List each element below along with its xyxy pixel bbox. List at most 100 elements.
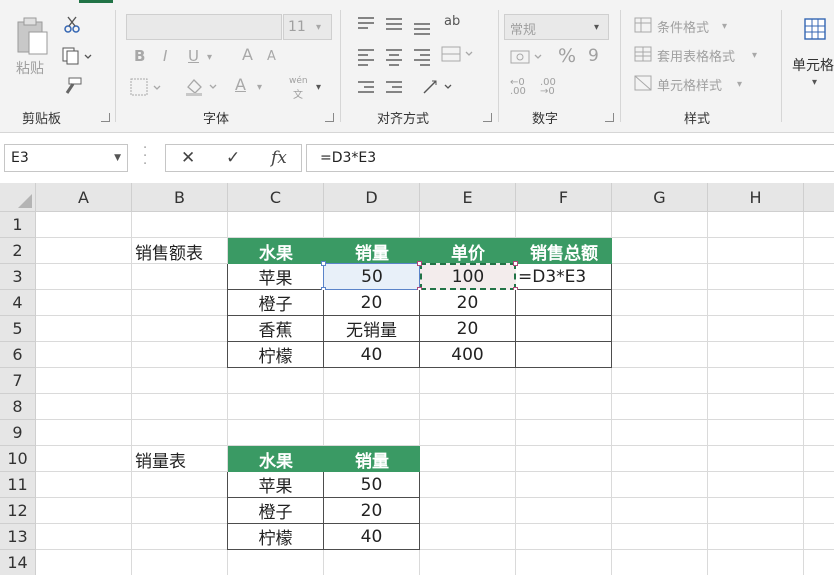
row-header-2[interactable]: 2 — [0, 238, 36, 264]
column-header-f[interactable]: F — [516, 183, 612, 212]
table2-cell[interactable]: 20 — [324, 498, 420, 524]
table1-cell[interactable]: 橙子 — [227, 290, 324, 316]
fill-color-icon[interactable] — [184, 77, 220, 97]
number-format-combo[interactable]: 常规 ▾ — [504, 14, 609, 40]
font-color-button[interactable]: A — [235, 77, 246, 93]
table1-cell[interactable]: 无销量 — [324, 316, 420, 342]
column-header-c[interactable]: C — [228, 183, 324, 212]
table1-title[interactable]: 销售额表 — [135, 238, 203, 264]
column-header-d[interactable]: D — [324, 183, 420, 212]
row-header-12[interactable]: 12 — [0, 498, 36, 524]
table2-cell[interactable]: 橙子 — [227, 498, 324, 524]
borders-icon[interactable] — [130, 78, 162, 96]
column-header-h[interactable]: H — [708, 183, 804, 212]
name-box[interactable]: E3 ▼ — [4, 144, 128, 172]
table2-cell[interactable]: 苹果 — [227, 472, 324, 498]
divider — [781, 10, 782, 122]
selection-handle[interactable] — [513, 261, 518, 266]
table1-cell[interactable]: 苹果 — [227, 264, 324, 290]
grow-font-button[interactable]: A — [242, 47, 253, 63]
comma-button[interactable]: 9 — [588, 46, 599, 66]
table1-header-cell[interactable]: 销量 — [324, 238, 420, 264]
select-all-button[interactable] — [0, 183, 36, 212]
table1-cell[interactable]: 100 — [420, 264, 516, 290]
table1-header-cell[interactable]: 单价 — [420, 238, 516, 264]
table1-cell[interactable]: 20 — [420, 316, 516, 342]
formula-input[interactable]: =D3*E3 — [306, 144, 834, 172]
table2-cell[interactable]: 柠檬 — [227, 524, 324, 550]
chevron-down-icon[interactable]: ▾ — [316, 80, 321, 96]
increase-decimal-button[interactable]: ←0 .00 — [510, 78, 540, 97]
selection-handle[interactable] — [417, 261, 422, 266]
row-header-6[interactable]: 6 — [0, 342, 36, 368]
table1-cell[interactable]: 40 — [324, 342, 420, 368]
row-header-8[interactable]: 8 — [0, 394, 36, 420]
table2-cell[interactable]: 50 — [324, 472, 420, 498]
number-launcher-icon[interactable] — [605, 113, 614, 122]
paste-button[interactable]: 粘贴 — [10, 12, 56, 80]
row-header-7[interactable]: 7 — [0, 368, 36, 394]
row-header-11[interactable]: 11 — [0, 472, 36, 498]
cancel-icon[interactable]: ✕ — [181, 148, 195, 168]
active-cell-f3[interactable]: =D3*E3 — [516, 264, 612, 290]
currency-icon[interactable] — [510, 48, 550, 66]
cell-styles-button[interactable]: 单元格样式 ▾ — [634, 74, 754, 94]
column-header-partial[interactable] — [804, 183, 834, 212]
chevron-down-icon[interactable]: ▾ — [207, 50, 212, 66]
cells-button[interactable]: 单元格 ▾ — [790, 12, 834, 92]
font-size-combo[interactable]: 11 ▾ — [283, 14, 332, 40]
row-header-1[interactable]: 1 — [0, 212, 36, 238]
table1-cell[interactable] — [516, 342, 612, 368]
chevron-down-icon[interactable]: ▾ — [257, 80, 262, 96]
chevron-down-icon[interactable]: ▼ — [114, 145, 121, 171]
column-header-a[interactable]: A — [36, 183, 132, 212]
clipboard-launcher-icon[interactable] — [101, 113, 110, 122]
table1-cell[interactable]: 20 — [420, 290, 516, 316]
phonetic-top[interactable]: wén — [289, 76, 308, 86]
enter-icon[interactable]: ✓ — [226, 148, 240, 168]
table1-cell[interactable]: 柠檬 — [227, 342, 324, 368]
cut-icon[interactable] — [64, 16, 80, 34]
table1-cell[interactable]: 20 — [324, 290, 420, 316]
merge-center-icon[interactable] — [441, 46, 475, 64]
alignment-launcher-icon[interactable] — [483, 113, 492, 122]
row-header-10[interactable]: 10 — [0, 446, 36, 472]
conditional-format-button[interactable]: 条件格式 ▾ — [634, 16, 744, 36]
table2-header-cell[interactable]: 水果 — [228, 446, 324, 472]
format-painter-icon[interactable] — [63, 77, 83, 95]
row-header-9[interactable]: 9 — [0, 420, 36, 446]
font-launcher-icon[interactable] — [325, 113, 334, 122]
selection-handle[interactable] — [321, 261, 326, 266]
column-header-g[interactable]: G — [612, 183, 708, 212]
column-header-e[interactable]: E — [420, 183, 516, 212]
format-as-table-button[interactable]: 套用表格格式 ▾ — [634, 45, 764, 65]
row-header-5[interactable]: 5 — [0, 316, 36, 342]
insert-function-icon[interactable]: fx — [271, 148, 287, 168]
row-header-13[interactable]: 13 — [0, 524, 36, 550]
table1-header-cell[interactable]: 水果 — [228, 238, 324, 264]
table1-cell[interactable]: 50 — [324, 264, 420, 290]
row-header-14[interactable]: 14 — [0, 550, 36, 575]
underline-button[interactable]: U — [188, 48, 199, 64]
formula-bar-grip-icon[interactable]: · · · — [143, 142, 147, 171]
table1-cell[interactable]: 400 — [420, 342, 516, 368]
wrap-text-button[interactable]: ab — [444, 14, 460, 29]
bold-button[interactable]: B — [134, 48, 145, 64]
italic-button[interactable]: I — [163, 48, 167, 64]
table1-cell[interactable]: 香蕉 — [227, 316, 324, 342]
row-header-3[interactable]: 3 — [0, 264, 36, 290]
column-header-b[interactable]: B — [132, 183, 228, 212]
row-header-4[interactable]: 4 — [0, 290, 36, 316]
percent-button[interactable]: % — [558, 45, 576, 67]
orientation-icon[interactable] — [422, 78, 456, 96]
table1-header-cell[interactable]: 销售总额 — [516, 238, 612, 264]
table2-title[interactable]: 销量表 — [135, 446, 186, 472]
font-name-combo[interactable] — [126, 14, 282, 40]
shrink-font-button[interactable]: A — [267, 49, 276, 65]
table2-header-cell[interactable]: 销量 — [324, 446, 420, 472]
table1-cell[interactable] — [516, 316, 612, 342]
decrease-decimal-button[interactable]: .00 →0 — [540, 78, 570, 97]
copy-icon[interactable] — [62, 47, 92, 65]
table2-cell[interactable]: 40 — [324, 524, 420, 550]
table1-cell[interactable] — [516, 290, 612, 316]
